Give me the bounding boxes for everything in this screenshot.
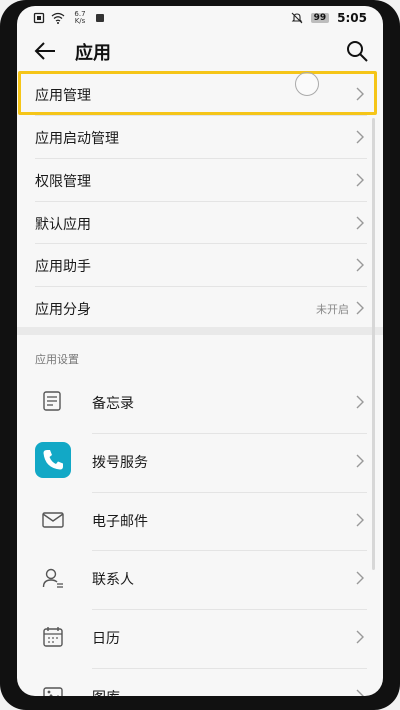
clock: 5:05: [337, 11, 367, 25]
notepad-icon: [43, 391, 61, 411]
menu-item-app-assistant[interactable]: 应用助手: [17, 244, 383, 286]
calendar-icon: [43, 627, 63, 647]
scrollbar[interactable]: [372, 118, 375, 570]
contacts-icon: [42, 568, 63, 588]
chevron-right-icon: [356, 258, 364, 272]
settings-screen: 6.7 K/s 99 5:05 应用 应用管理 应用启动管理 权限管理 默认应用…: [17, 6, 383, 696]
chevron-right-icon: [356, 630, 364, 644]
mail-icon: [42, 512, 64, 528]
notification-icon: [96, 14, 104, 22]
menu-item-label: 应用启动管理: [35, 131, 119, 147]
phone-icon: [35, 442, 71, 478]
app-item-label: 电子邮件: [92, 514, 148, 530]
search-icon[interactable]: [345, 39, 369, 63]
chevron-right-icon: [356, 454, 364, 468]
section-header-app-settings: 应用设置: [35, 353, 79, 366]
chevron-right-icon: [356, 395, 364, 409]
chevron-right-icon: [356, 513, 364, 527]
app-item-label: 日历: [92, 631, 120, 647]
highlight-frame: [18, 71, 377, 115]
app-item-label: 联系人: [92, 572, 134, 588]
menu-item-label: 应用助手: [35, 259, 91, 275]
battery-indicator: 99: [310, 13, 330, 23]
menu-item-label: 权限管理: [35, 174, 91, 190]
gallery-icon: [43, 687, 63, 696]
back-arrow-icon[interactable]: [33, 40, 57, 62]
menu-item-permission-management[interactable]: 权限管理: [17, 159, 383, 201]
app-header: 应用: [17, 30, 383, 70]
network-speed: 6.7 K/s: [71, 11, 89, 25]
sim-card-icon: [33, 12, 45, 24]
chevron-right-icon: [356, 173, 364, 187]
mute-bell-icon: [291, 12, 302, 24]
status-right: 99 5:05: [291, 11, 367, 25]
app-item-notepad[interactable]: 备忘录: [17, 373, 383, 431]
menu-item-app-twin[interactable]: 应用分身 未开启: [17, 287, 383, 329]
app-twin-status: 未开启: [316, 303, 349, 316]
menu-item-startup-management[interactable]: 应用启动管理: [17, 116, 383, 158]
chevron-right-icon: [356, 130, 364, 144]
menu-item-default-apps[interactable]: 默认应用: [17, 202, 383, 244]
chevron-right-icon: [356, 301, 364, 315]
chevron-right-icon: [356, 571, 364, 585]
app-item-dialer[interactable]: 拨号服务: [17, 432, 383, 490]
app-item-gallery[interactable]: 图库: [17, 667, 383, 696]
menu-item-label: 默认应用: [35, 217, 91, 233]
menu-item-label: 应用分身: [35, 302, 91, 318]
status-bar: 6.7 K/s 99 5:05: [17, 6, 383, 30]
touch-indicator: [295, 72, 319, 96]
app-item-label: 拨号服务: [92, 455, 148, 471]
app-item-email[interactable]: 电子邮件: [17, 491, 383, 549]
app-item-contacts[interactable]: 联系人: [17, 549, 383, 607]
wifi-icon: [51, 12, 65, 24]
phone-frame: 6.7 K/s 99 5:05 应用 应用管理 应用启动管理 权限管理 默认应用…: [0, 0, 400, 710]
status-left: 6.7 K/s: [33, 11, 105, 25]
app-item-label: 图库: [92, 687, 120, 696]
chevron-right-icon: [356, 689, 364, 696]
app-item-label: 备忘录: [92, 396, 134, 412]
app-item-calendar[interactable]: 日历: [17, 608, 383, 666]
chevron-right-icon: [356, 216, 364, 230]
section-separator: [17, 327, 383, 335]
page-title: 应用: [75, 43, 111, 64]
net-speed-unit: K/s: [74, 17, 86, 25]
